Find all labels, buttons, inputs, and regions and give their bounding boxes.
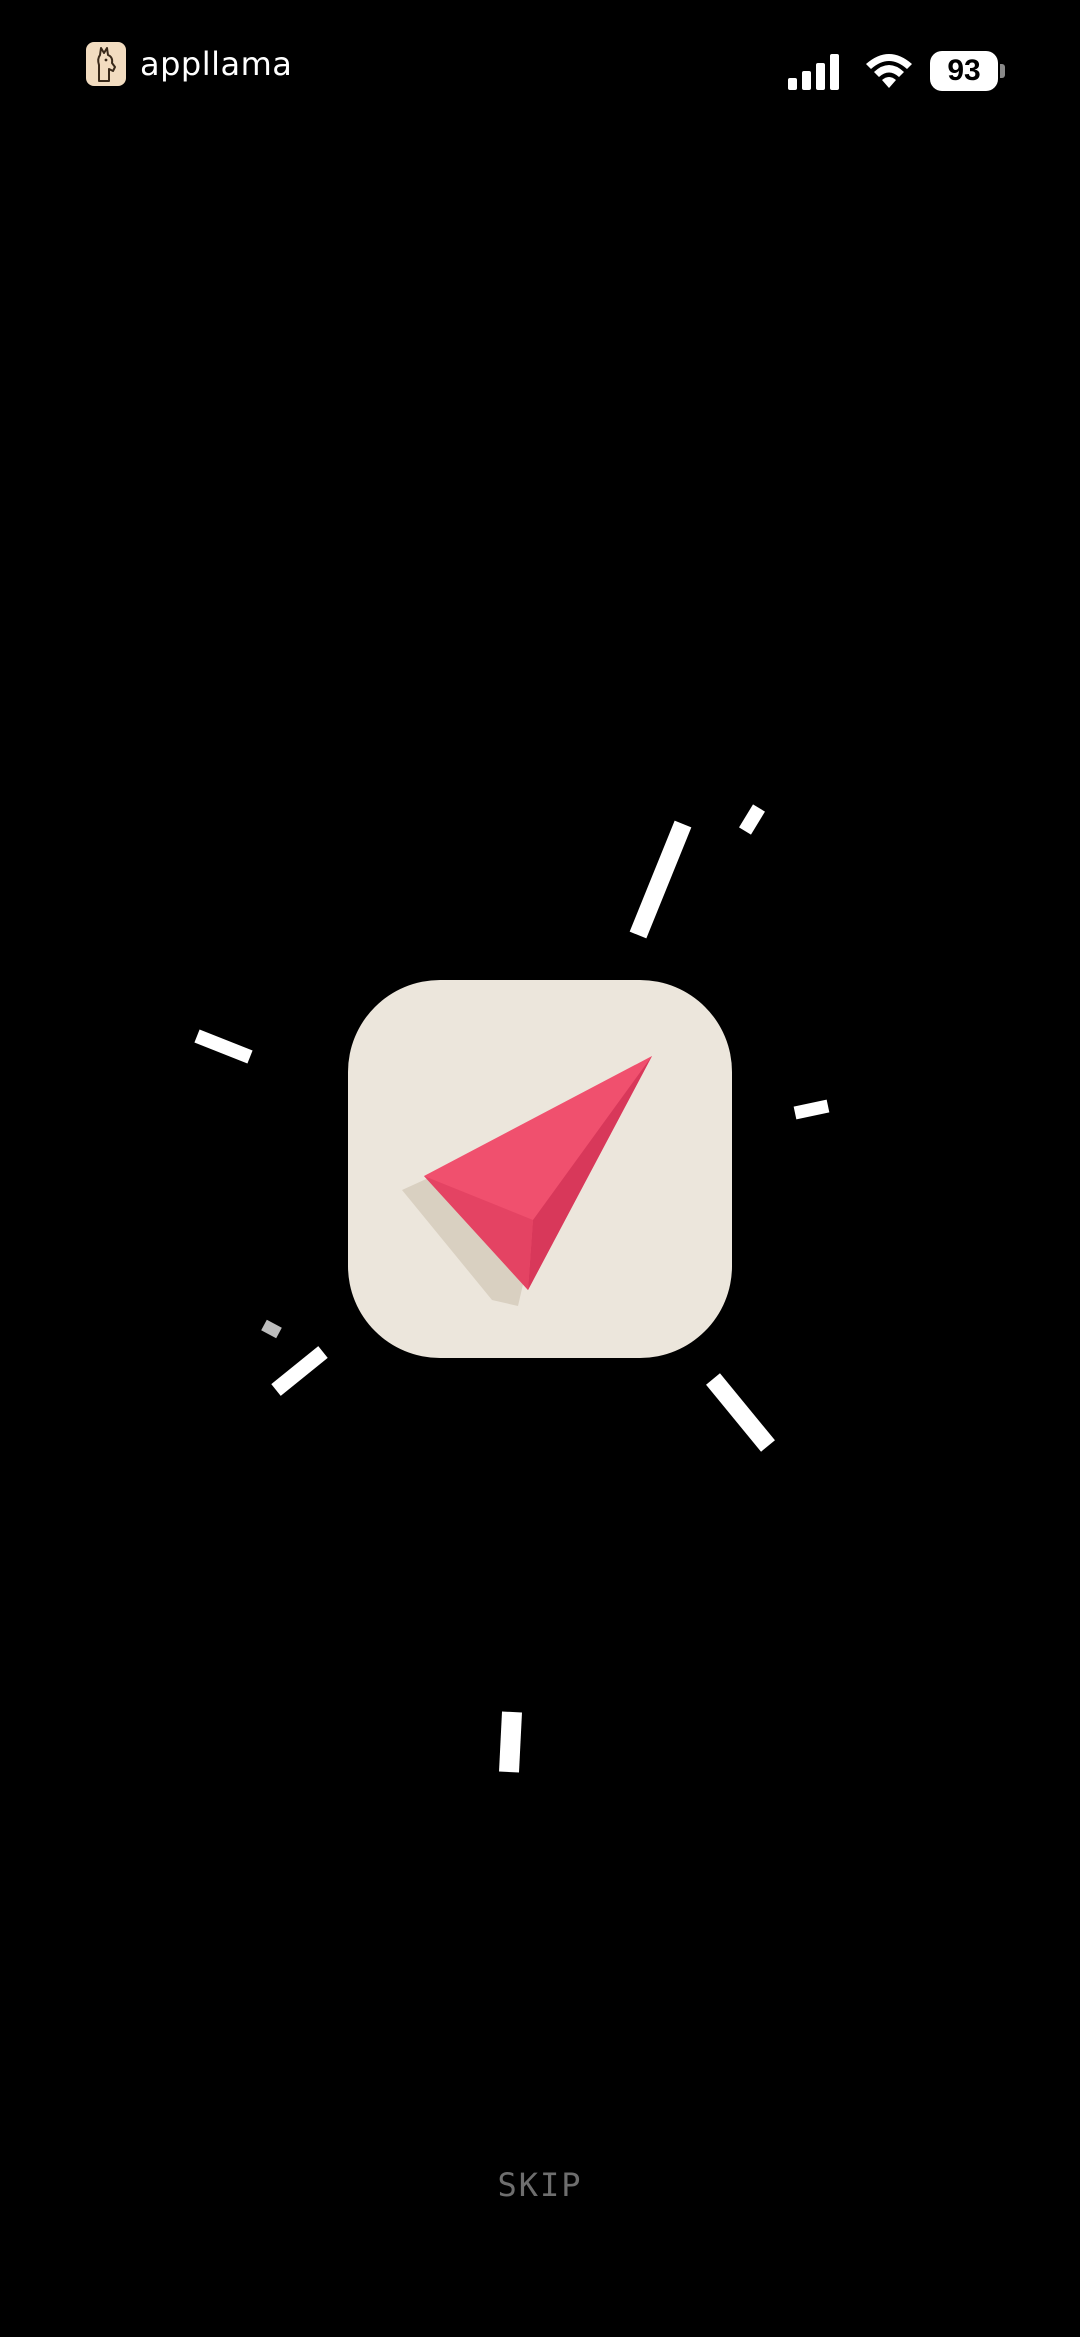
splash-screen — [0, 0, 1080, 2337]
paper-plane-arrow-icon — [402, 1056, 652, 1306]
burst-line — [793, 1099, 830, 1120]
burst-line — [261, 1319, 282, 1339]
burst-line — [499, 1711, 522, 1773]
app-icon — [348, 980, 732, 1358]
burst-line — [194, 1029, 253, 1064]
skip-button[interactable]: SKIP — [440, 2160, 640, 2210]
burst-line — [629, 820, 692, 939]
burst-line — [706, 1373, 775, 1452]
burst-line — [739, 804, 765, 835]
burst-line — [271, 1346, 328, 1396]
